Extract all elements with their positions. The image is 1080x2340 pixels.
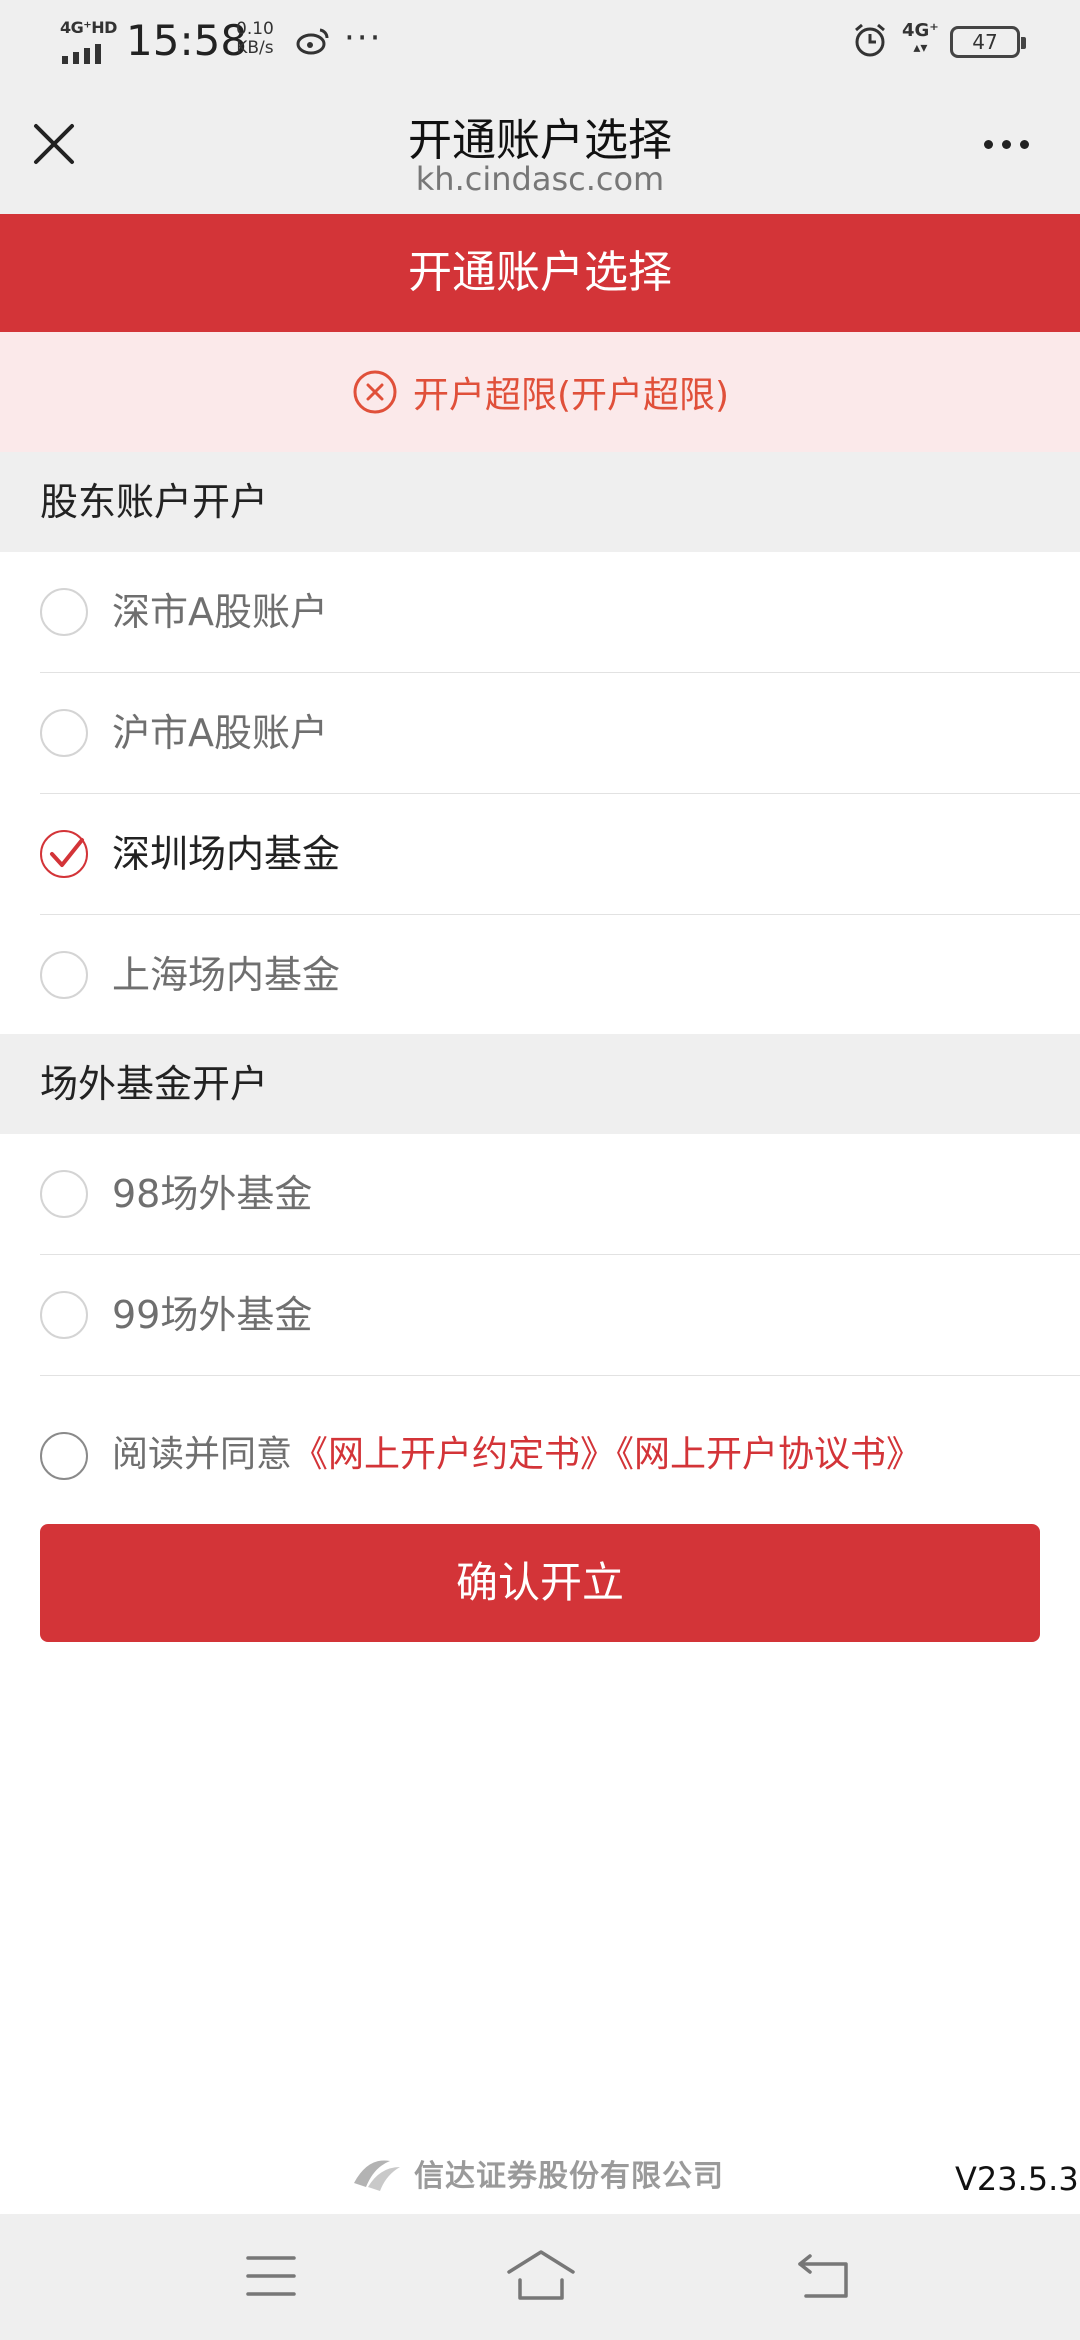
section-header-otc-fund: 场外基金开户 xyxy=(0,1034,1080,1134)
company-logo-icon xyxy=(354,2160,400,2191)
speed-value: 0.10 xyxy=(236,19,274,39)
error-icon xyxy=(353,370,397,414)
dot-icon xyxy=(1019,139,1029,149)
data-arrows-icon: ▴▾ xyxy=(913,40,928,56)
top-nav: 开通账户选择 kh.cindasc.com xyxy=(0,84,1080,214)
company-logo: 信达证券股份有限公司 xyxy=(350,2150,750,2196)
header-title: 开通账户选择 xyxy=(0,214,1080,332)
option-shenzhen-fund[interactable]: 深圳场内基金 xyxy=(0,794,1080,915)
mobile-data-icon: 4G⁺ ▴▾ xyxy=(902,20,939,55)
menu-icon[interactable] xyxy=(246,2254,296,2298)
option-label: 深圳场内基金 xyxy=(112,832,341,876)
option-shanghai-fund[interactable]: 上海场内基金 xyxy=(0,915,1080,1036)
agreement-link-terms[interactable]: 《网上开户约定书》 xyxy=(292,1434,616,1475)
network-type: 4G⁺HD xyxy=(60,18,117,37)
radio-button[interactable] xyxy=(40,588,88,636)
option-label: 上海场内基金 xyxy=(112,953,341,997)
option-label: 99场外基金 xyxy=(112,1293,313,1337)
agreement-checkbox[interactable] xyxy=(40,1432,88,1480)
agreement-link-protocol[interactable]: 《网上开户协议书》 xyxy=(616,1434,922,1475)
status-time: 15:58 xyxy=(126,16,248,65)
agreement-prefix: 阅读并同意 xyxy=(112,1434,293,1475)
radio-button[interactable] xyxy=(40,1170,88,1218)
option-otc-fund-98[interactable]: 98场外基金 xyxy=(0,1134,1080,1255)
more-menu-button[interactable] xyxy=(966,124,1046,164)
signal-icon: 4G⁺HD xyxy=(58,18,117,64)
alarm-icon xyxy=(855,23,885,57)
page-title: 开通账户选择 xyxy=(408,115,672,166)
agreement-row: 阅读并同意《网上开户约定书》《网上开户协议书》 xyxy=(0,1400,1080,1510)
battery-icon: 47 xyxy=(950,26,1026,58)
weibo-icon xyxy=(296,28,329,55)
checked-radio-button[interactable] xyxy=(40,830,88,878)
status-bar: 4G⁺HD 15:58 0.10 KB/s ··· 4G⁺ ▴▾ 47 xyxy=(0,0,1080,84)
speed-unit: KB/s xyxy=(236,38,274,58)
section-header-shareholder: 股东账户开户 xyxy=(0,452,1080,552)
divider xyxy=(40,1375,1080,1376)
error-message: 开户超限(开户超限) xyxy=(412,375,730,416)
radio-button[interactable] xyxy=(40,1291,88,1339)
company-name: 信达证券股份有限公司 xyxy=(414,2159,724,2194)
checkmark-icon xyxy=(50,838,84,867)
confirm-button[interactable]: 确认开立 xyxy=(40,1524,1040,1642)
radio-button[interactable] xyxy=(40,709,88,757)
option-shanghai-a-share[interactable]: 沪市A股账户 xyxy=(0,673,1080,794)
error-banner: 开户超限(开户超限) xyxy=(0,332,1080,452)
option-shenzhen-a-share[interactable]: 深市A股账户 xyxy=(0,552,1080,673)
dot-icon xyxy=(983,139,993,149)
option-label: 深市A股账户 xyxy=(112,590,328,634)
option-label: 沪市A股账户 xyxy=(112,711,328,755)
back-icon[interactable] xyxy=(796,2252,850,2300)
page-url: kh.cindasc.com xyxy=(415,160,665,198)
version-label: V23.5.33 xyxy=(955,2160,1080,2198)
option-label: 98场外基金 xyxy=(112,1172,313,1216)
radio-button[interactable] xyxy=(40,951,88,999)
network-speed: 0.10 KB/s xyxy=(236,20,274,58)
option-otc-fund-99[interactable]: 99场外基金 xyxy=(0,1255,1080,1376)
status-more-icon: ··· xyxy=(344,18,383,58)
mobile-data-label: 4G⁺ xyxy=(902,20,939,41)
home-icon[interactable] xyxy=(506,2248,576,2302)
dot-icon xyxy=(1001,139,1011,149)
system-nav-bar xyxy=(0,2214,1080,2340)
agreement-text: 阅读并同意《网上开户约定书》《网上开户协议书》 xyxy=(112,1400,922,1510)
